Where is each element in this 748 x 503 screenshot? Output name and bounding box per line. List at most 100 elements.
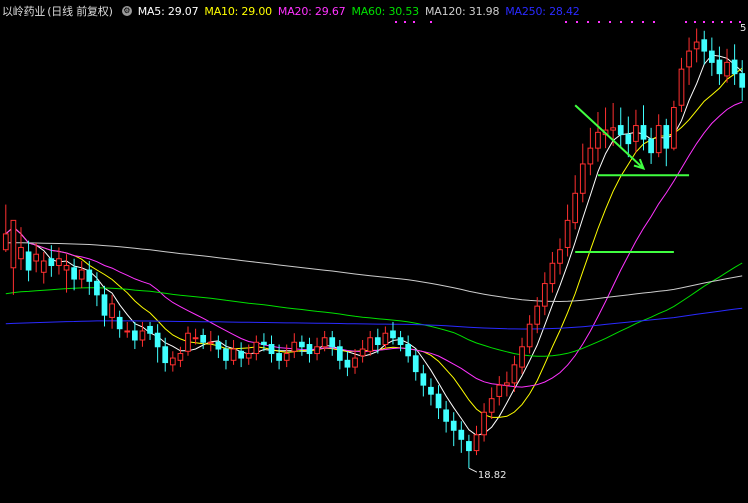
candle-body xyxy=(40,260,47,273)
candle-body xyxy=(344,359,351,368)
candle-body xyxy=(504,382,510,386)
candle-body xyxy=(420,373,427,386)
candle-body xyxy=(238,350,244,359)
candle-body xyxy=(610,127,616,131)
candle-body xyxy=(572,192,579,224)
candle-body xyxy=(579,163,586,194)
candle-body xyxy=(443,409,449,422)
candle-body xyxy=(701,39,708,52)
candle-body xyxy=(185,332,191,352)
candle-body xyxy=(253,341,260,355)
candle-body xyxy=(648,138,654,154)
candle-body xyxy=(223,348,229,361)
candle-body xyxy=(473,434,480,452)
low-price-label: 18.82 xyxy=(478,470,507,481)
candle-body xyxy=(359,348,366,357)
stock-name: 以岭药业 xyxy=(2,5,46,18)
candle-body xyxy=(564,219,571,248)
ma10-line xyxy=(5,67,743,418)
candle-body xyxy=(466,441,472,452)
candle-body xyxy=(169,357,176,366)
candle-body xyxy=(56,258,62,267)
candle-body xyxy=(678,68,685,106)
candle-body xyxy=(519,346,525,368)
candle-body xyxy=(94,280,100,296)
candle-body xyxy=(633,125,639,142)
candle-body xyxy=(124,330,131,333)
candle-body xyxy=(412,355,419,373)
candle-body xyxy=(557,249,563,264)
kline-chart[interactable]: 18.82 5 xyxy=(0,0,748,503)
candle-body xyxy=(625,134,632,145)
candle-body xyxy=(336,346,343,361)
candle-body xyxy=(192,337,199,340)
candle-body xyxy=(435,393,442,409)
candle-body xyxy=(299,341,305,348)
ma5-legend: MA5: 29.07 xyxy=(137,4,199,18)
candle-body xyxy=(511,364,518,384)
ma20-line xyxy=(5,101,743,388)
candle-body xyxy=(458,429,465,440)
candle-body xyxy=(230,348,237,361)
candle-body xyxy=(329,337,336,348)
candle-body xyxy=(261,341,267,346)
ma250-legend: MA250: 28.42 xyxy=(505,4,580,18)
candle-body xyxy=(276,353,282,361)
candle-body xyxy=(397,337,404,346)
ma120-legend: MA120: 31.98 xyxy=(424,4,500,18)
candle-body xyxy=(10,219,17,269)
candle-body xyxy=(428,386,434,395)
candle-body xyxy=(534,305,541,325)
candle-body xyxy=(2,233,9,251)
candle-body xyxy=(367,337,374,352)
candle-body xyxy=(708,50,715,63)
candle-body xyxy=(587,147,594,165)
candle-body xyxy=(33,253,40,262)
candle-body xyxy=(71,267,77,280)
candle-body xyxy=(177,353,184,361)
candle-body xyxy=(671,107,677,149)
candle-body xyxy=(374,337,381,346)
low-pointer xyxy=(468,467,478,473)
candle-body xyxy=(245,353,252,359)
candle-body xyxy=(132,330,138,341)
candle-body xyxy=(526,323,533,348)
candle-body xyxy=(200,334,207,343)
period-label: (日线 前复权) xyxy=(47,5,113,18)
candle-body xyxy=(215,341,222,350)
candle-body xyxy=(18,246,24,260)
candle-body xyxy=(496,384,503,397)
candle-body xyxy=(306,344,313,355)
ma20-legend: MA20: 29.67 xyxy=(277,4,346,18)
candle-body xyxy=(549,262,556,285)
candle-body xyxy=(321,337,328,348)
ma10-legend: MA10: 29.00 xyxy=(204,4,272,18)
candle-body xyxy=(716,59,723,75)
candle-body xyxy=(109,303,115,318)
candle-body xyxy=(207,341,214,344)
candle-body xyxy=(693,41,700,50)
candle-body xyxy=(283,353,290,361)
candle-body xyxy=(481,411,487,436)
candle-body xyxy=(48,258,55,267)
ma5-line xyxy=(5,54,743,436)
candle-body xyxy=(640,125,647,140)
chart-header: 以岭药业 (日线 前复权) ⚙ MA5: 29.07 MA10: 29.00 M… xyxy=(0,0,748,22)
candle-body xyxy=(78,269,85,280)
settings-icon[interactable]: ⚙ xyxy=(121,6,132,16)
high-price-label: 5 xyxy=(740,23,746,34)
candle-body xyxy=(686,50,692,68)
candle-body xyxy=(655,125,662,154)
candle-body xyxy=(390,330,396,339)
candle-body xyxy=(162,346,169,364)
candle-body xyxy=(541,283,548,307)
candle-body xyxy=(352,357,358,368)
candle-body xyxy=(595,131,601,149)
ma60-line xyxy=(5,262,743,357)
candle-body xyxy=(617,125,624,136)
candle-body xyxy=(147,325,153,334)
candle-body xyxy=(488,398,495,413)
candle-body xyxy=(25,251,32,271)
candle-body xyxy=(731,59,738,75)
candle-body xyxy=(314,346,320,355)
